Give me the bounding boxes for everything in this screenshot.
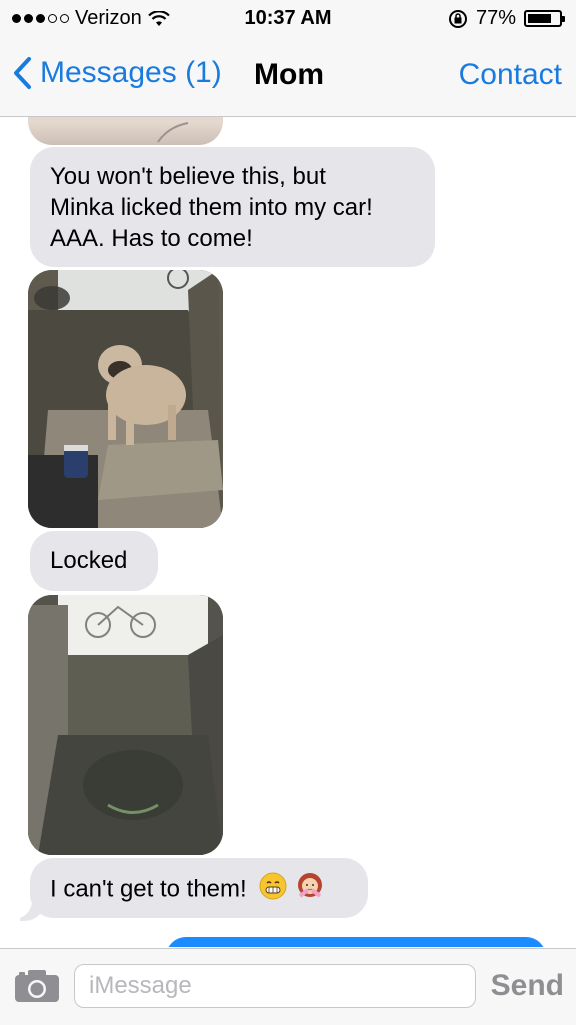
camera-icon xyxy=(15,970,59,1002)
rotation-lock-icon xyxy=(448,9,467,28)
battery-icon xyxy=(524,10,565,27)
received-message-bubble[interactable]: I can't get to them! xyxy=(30,858,368,918)
message-text-line: Locked xyxy=(50,547,128,574)
battery-percent: 77% xyxy=(475,7,516,29)
dog-in-backseat-photo[interactable] xyxy=(28,595,223,855)
message-text-line: You won't believe this, but xyxy=(50,163,326,190)
camera-button[interactable] xyxy=(14,969,60,1008)
message-input-bar: Send xyxy=(0,948,576,1025)
received-message-bubble[interactable]: Locked xyxy=(30,531,158,591)
chevron-left-icon xyxy=(14,57,31,89)
message-thread[interactable]: You won't believe this, but Minka licked… xyxy=(0,117,576,947)
conversation-title: Mom xyxy=(254,58,324,91)
photo-message-partial[interactable] xyxy=(28,117,223,145)
back-button[interactable]: Messages (1) xyxy=(12,56,222,90)
status-bar: Verizon 10:37 AM 77% xyxy=(0,0,576,38)
status-right-group: 77% xyxy=(448,7,565,30)
contact-button[interactable]: Contact xyxy=(459,58,562,92)
send-button[interactable]: Send xyxy=(491,969,564,1003)
received-message-bubble[interactable]: You won't believe this, but Minka licked… xyxy=(30,147,435,267)
pug-in-car-photo[interactable] xyxy=(28,270,223,528)
message-text-line: AAA. Has to come! xyxy=(50,225,253,252)
navigation-bar: Messages (1) Mom Contact xyxy=(0,38,576,117)
woman-no-gesture-emoji xyxy=(296,872,324,908)
message-text-line: I can't get to them! xyxy=(50,875,247,903)
grimacing-face-emoji xyxy=(259,872,287,908)
sent-message-bubble[interactable] xyxy=(166,937,546,947)
message-text-line: Minka licked them into my car! xyxy=(50,194,373,221)
imessage-input[interactable] xyxy=(74,964,476,1008)
back-button-label: Messages (1) xyxy=(40,56,222,89)
